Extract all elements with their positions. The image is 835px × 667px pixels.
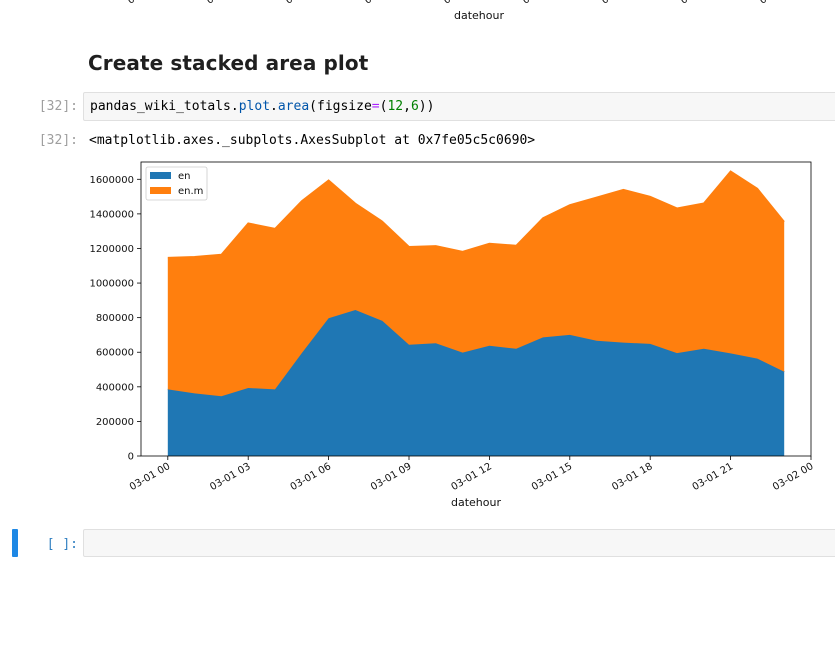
previous-plot-tick-label: 0: [678, 0, 690, 7]
code-token-method: area: [277, 99, 310, 114]
code-line: pandas_wiki_totals.plot.area(figsize=(12…: [90, 99, 434, 114]
y-tick-label: 1400000: [89, 209, 134, 220]
code-token-paren: (: [309, 99, 317, 114]
x-tick-label: 03-01 12: [449, 461, 493, 493]
y-tick-label: 400000: [96, 382, 134, 393]
x-tick-label: 03-01 09: [369, 461, 413, 493]
y-tick-label: 1600000: [89, 175, 134, 186]
y-tick-label: 0: [128, 452, 134, 463]
previous-plot-tick-label: 0: [204, 0, 216, 7]
output-prompt: [32]:: [38, 133, 78, 148]
x-axis-label: datehour: [451, 496, 501, 509]
output-text: <matplotlib.axes._subplots.AxesSubplot a…: [89, 133, 536, 148]
y-tick-label: 800000: [96, 313, 134, 324]
code-token-object: pandas_wiki_totals: [90, 99, 231, 114]
x-tick-label: 03-01 03: [208, 461, 252, 493]
previous-plot-tick-label: 0: [441, 0, 453, 7]
code-cell-input[interactable]: pandas_wiki_totals.plot.area(figsize=(12…: [83, 92, 835, 121]
previous-plot-tick-label: 0: [757, 0, 769, 7]
x-tick-label: 03-01 06: [289, 461, 333, 493]
x-tick-label: 03-02 00: [771, 461, 815, 493]
input-prompt-empty: [ ]:: [46, 537, 78, 552]
previous-plot-tick-label: 0: [599, 0, 611, 7]
x-tick-label: 03-01 15: [530, 461, 574, 493]
y-tick-label: 1000000: [89, 279, 134, 290]
y-tick-label: 600000: [96, 348, 134, 359]
code-token-paren: )): [418, 99, 435, 114]
x-tick-label: 03-01 21: [691, 461, 735, 493]
markdown-heading: Create stacked area plot: [88, 51, 369, 75]
code-token-dot: .: [230, 99, 239, 114]
code-token-dot: .: [270, 99, 278, 114]
legend-swatch-en: [150, 172, 171, 179]
legend-label: en.m: [178, 186, 203, 197]
previous-plot-tick-label: 0: [125, 0, 137, 7]
code-token-kwarg: figsize: [317, 99, 372, 114]
x-tick-label: 03-01 18: [610, 461, 654, 493]
y-tick-label: 1200000: [89, 244, 134, 255]
x-tick-label: 03-01 00: [128, 461, 172, 493]
code-token-comma: ,: [403, 99, 411, 114]
previous-plot-tick-label: 0: [283, 0, 295, 7]
legend-swatch-en-m: [150, 187, 171, 194]
previous-plot-fragment: 0 0 0 0 0 0 0 0 0 datehour: [0, 0, 835, 24]
stacked-area-chart: 0 200000 400000 600000 800000 1000000 1200000 1…: [89, 161, 816, 509]
legend-label: en: [178, 171, 191, 182]
code-token-number: 12: [387, 99, 404, 114]
previous-plot-tick-label: 0: [520, 0, 532, 7]
code-token-number: 6: [410, 99, 419, 114]
previous-plot-tick-label: 0: [362, 0, 374, 7]
code-token-operator: =: [371, 99, 380, 114]
input-prompt: [32]:: [38, 99, 78, 114]
code-token-method: plot: [238, 99, 271, 114]
y-tick-label: 200000: [96, 417, 134, 428]
empty-code-cell-input[interactable]: [83, 529, 835, 557]
previous-plot-xlabel: datehour: [454, 9, 504, 22]
